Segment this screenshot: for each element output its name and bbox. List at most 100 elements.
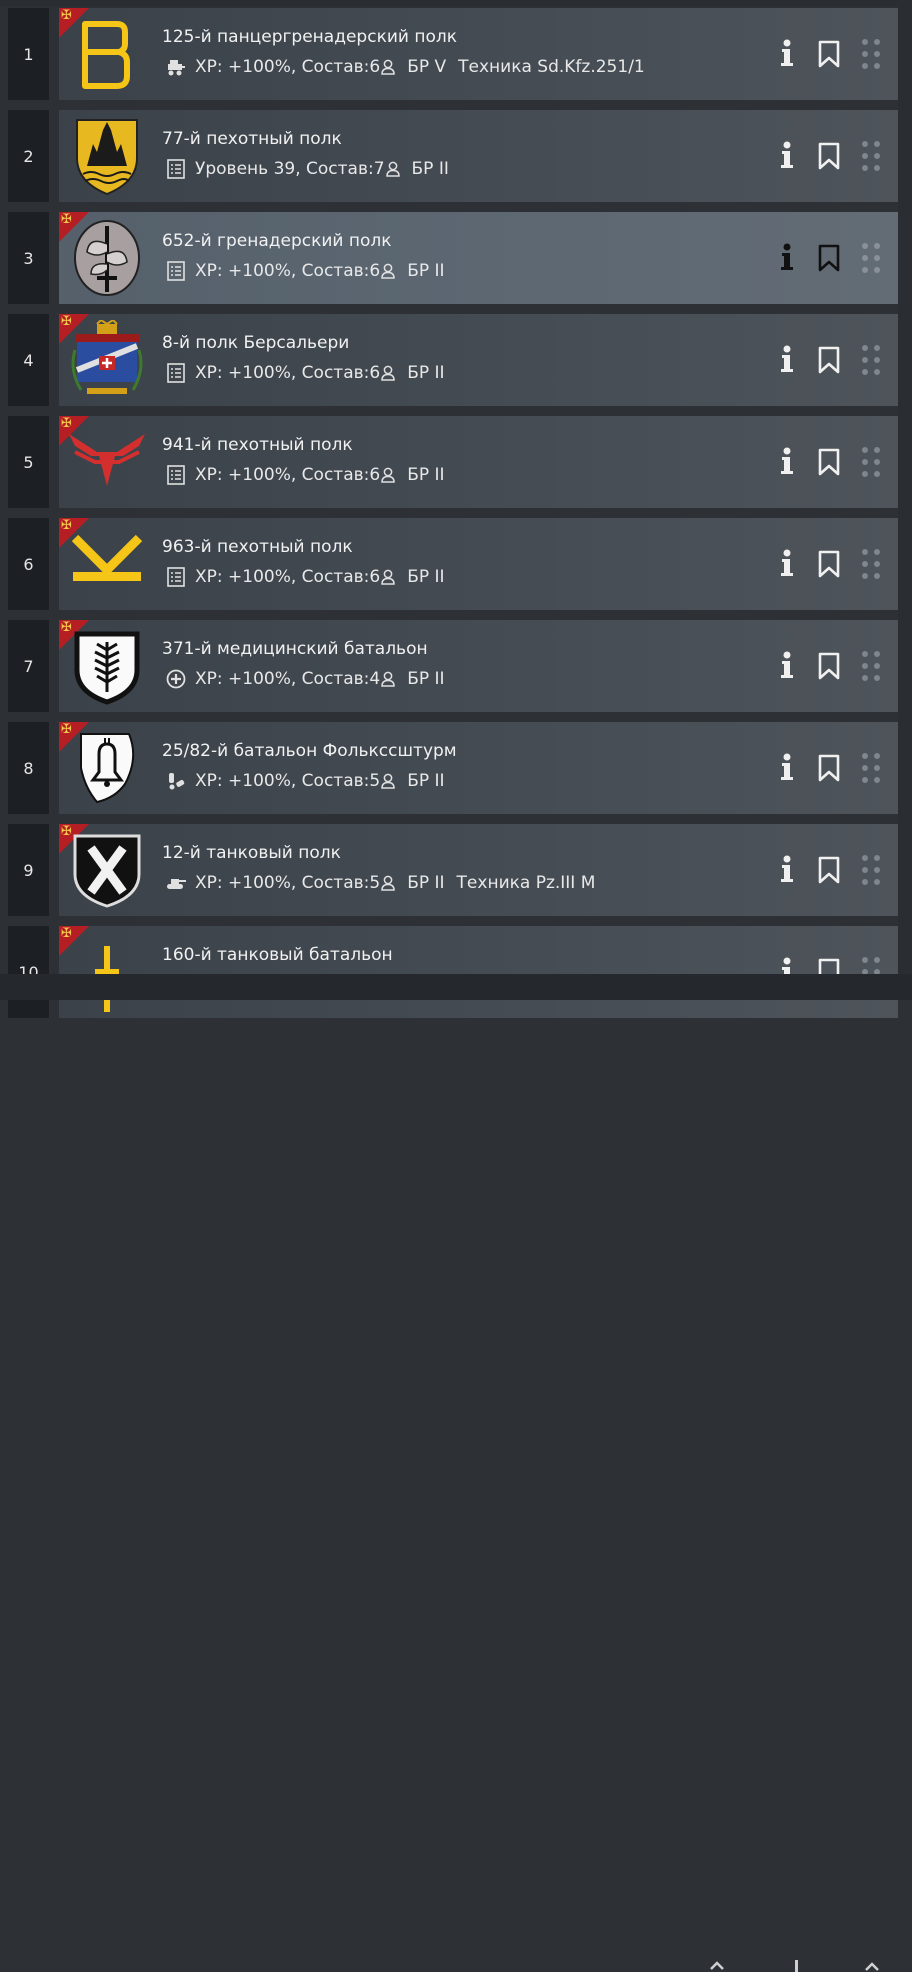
row-number: 6	[8, 518, 49, 610]
squad-row[interactable]: 6 ✠ 963-й пехотный полк ХР: +100%, Состав:6…	[8, 518, 898, 610]
battle-rating: БР II	[407, 771, 445, 791]
bookmark-button[interactable]	[817, 754, 841, 782]
bookmark-button[interactable]	[817, 346, 841, 374]
bookmark-button[interactable]	[817, 448, 841, 476]
squad-card[interactable]: ✠ 125-й панцергренадерский полк ХР: +100%,…	[59, 8, 898, 100]
bell-shield-emblem	[67, 728, 147, 808]
squad-title: 12-й танковый полк	[162, 843, 341, 863]
drag-handle-icon[interactable]	[860, 240, 882, 276]
info-button[interactable]	[777, 38, 797, 68]
squad-stats: ХР: +100%, Состав:4	[195, 669, 381, 689]
squad-title: 941-й пехотный полк	[162, 435, 353, 455]
info-button[interactable]	[777, 446, 797, 476]
battle-rating: БР II	[407, 465, 445, 485]
squad-card[interactable]: ✠ 8-й полк Берсальери ХР: +100%, Состав:6 Б…	[59, 314, 898, 406]
squad-row[interactable]: 9 ✠ 12-й танковый полк ХР: +100%, Состав:5 Б…	[8, 824, 898, 916]
squad-stats: ХР: +100%, Состав:6	[195, 261, 381, 281]
x-shield-emblem	[67, 830, 147, 910]
squad-card[interactable]: ✠ 652-й гренадерский полк ХР: +100%, Соста…	[59, 212, 898, 304]
squad-info: ХР: +100%, Состав:6 БР V Техника Sd.Kfz.25…	[166, 57, 645, 77]
person-icon	[381, 365, 395, 381]
drag-handle-icon[interactable]	[860, 852, 882, 888]
red-wings-emblem	[67, 422, 147, 502]
squad-title: 25/82-й батальон Фолькссштурм	[162, 741, 457, 761]
tank-icon	[166, 873, 186, 893]
squad-row[interactable]: 7 ✠ 371-й медицинский батальон ХР: +100%, С…	[8, 620, 898, 712]
squad-card[interactable]: 77-й пехотный полк Уровень 39, Состав:7 БР…	[59, 110, 898, 202]
squad-info: ХР: +100%, Состав:6 БР II	[166, 567, 457, 587]
person-icon	[385, 161, 400, 177]
person-icon	[381, 569, 395, 585]
squad-card[interactable]: ✠ 160-й танковый батальон	[59, 926, 898, 1018]
drag-handle-icon[interactable]	[860, 342, 882, 378]
squad-row[interactable]: 4 ✠ 8-й полк Берсальери ХР: +100%, Состав:6…	[8, 314, 898, 406]
list-icon	[166, 261, 186, 281]
battle-rating: БР II	[411, 159, 449, 179]
squad-row[interactable]: 3 ✠ 652-й гренадерский полк ХР: +100%, Сост…	[8, 212, 898, 304]
squad-stats: ХР: +100%, Состав:6	[195, 57, 381, 77]
oak-leaf-sword-emblem	[67, 218, 147, 298]
drag-handle-icon[interactable]	[860, 750, 882, 786]
ammo-icon	[166, 771, 186, 791]
squad-info: ХР: +100%, Состав:6 БР II	[166, 363, 457, 383]
squad-card[interactable]: ✠ 25/82-й батальон Фолькссштурм ХР: +100%,…	[59, 722, 898, 814]
info-button[interactable]	[777, 548, 797, 578]
bookmark-button[interactable]	[817, 856, 841, 884]
scroll-track[interactable]	[898, 0, 912, 1000]
row-number: 2	[8, 110, 49, 202]
bottom-bar	[0, 974, 912, 1972]
info-button[interactable]	[777, 752, 797, 782]
drag-handle-icon[interactable]	[860, 138, 882, 174]
squad-title: 371-й медицинский батальон	[162, 639, 428, 659]
scroll-up-icon[interactable]	[708, 1958, 726, 1972]
bookmark-button[interactable]	[817, 550, 841, 578]
info-button[interactable]	[777, 242, 797, 272]
list-icon	[166, 363, 186, 383]
battle-rating: БР II	[407, 363, 445, 383]
battle-rating: БР V	[407, 57, 447, 77]
squad-info: Уровень 39, Состав:7 БР II	[166, 159, 461, 179]
info-button[interactable]	[777, 344, 797, 374]
person-icon	[381, 263, 395, 279]
info-button[interactable]	[777, 854, 797, 884]
drag-handle-icon[interactable]	[860, 36, 882, 72]
squad-info: ХР: +100%, Состав:4 БР II	[166, 669, 457, 689]
row-number: 8	[8, 722, 49, 814]
squad-card[interactable]: ✠ 963-й пехотный полк ХР: +100%, Состав:6 Б…	[59, 518, 898, 610]
drag-handle-icon[interactable]	[860, 546, 882, 582]
bookmark-button[interactable]	[817, 40, 841, 68]
squad-row[interactable]: 5 ✠ 941-й пехотный полк ХР: +100%, Состав:6…	[8, 416, 898, 508]
info-button[interactable]	[777, 650, 797, 680]
squad-stats: ХР: +100%, Состав:5	[195, 771, 381, 791]
bookmark-button[interactable]	[817, 244, 841, 272]
scroll-right-icon[interactable]	[862, 1958, 880, 1972]
squad-stats: ХР: +100%, Состав:6	[195, 465, 381, 485]
squad-row[interactable]: 1 ✠ 125-й панцергренадерский полк ХР: +100%…	[8, 8, 898, 100]
info-button[interactable]	[777, 140, 797, 170]
person-icon	[381, 671, 395, 687]
battle-rating: БР II	[407, 873, 445, 893]
squad-card[interactable]: ✠ 371-й медицинский батальон ХР: +100%, Со…	[59, 620, 898, 712]
scroll-bar-icon[interactable]	[788, 1958, 806, 1972]
squad-row[interactable]: 2 77-й пехотный полк Уровень 39, Состав:7 Б…	[8, 110, 898, 202]
squad-info: ХР: +100%, Состав:6 БР II	[166, 465, 457, 485]
drag-handle-icon[interactable]	[860, 444, 882, 480]
bookmark-button[interactable]	[817, 652, 841, 680]
drag-handle-icon[interactable]	[860, 648, 882, 684]
row-number: 5	[8, 416, 49, 508]
squad-card[interactable]: ✠ 941-й пехотный полк ХР: +100%, Состав:6 Б…	[59, 416, 898, 508]
palm-shield-emblem	[67, 626, 147, 706]
squad-title: 652-й гренадерский полк	[162, 231, 392, 251]
person-icon	[381, 467, 395, 483]
squad-stats: ХР: +100%, Состав:6	[195, 567, 381, 587]
bookmark-button[interactable]	[817, 142, 841, 170]
squad-card[interactable]: ✠ 12-й танковый полк ХР: +100%, Состав:5 БР…	[59, 824, 898, 916]
battle-rating: БР II	[407, 669, 445, 689]
squad-row[interactable]: 10 ✠ 160-й танковый батальон	[8, 926, 898, 1018]
squad-row[interactable]: 8 ✠ 25/82-й батальон Фолькссштурм ХР: +100%…	[8, 722, 898, 814]
person-icon	[381, 875, 395, 891]
squad-stats: ХР: +100%, Состав:6	[195, 363, 381, 383]
squad-stats: Уровень 39, Состав:7	[195, 159, 385, 179]
list-icon	[166, 465, 186, 485]
battle-rating: БР II	[407, 567, 445, 587]
